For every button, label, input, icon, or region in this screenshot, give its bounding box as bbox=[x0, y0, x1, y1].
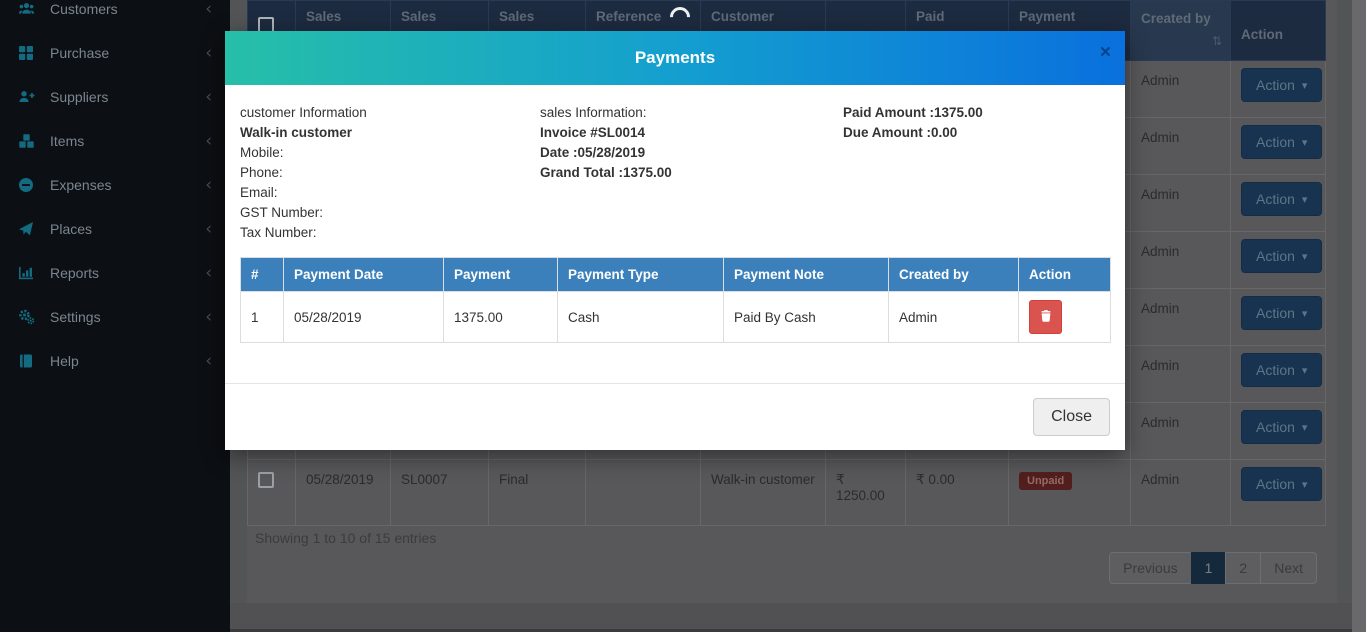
grand-total: Grand Total :1375.00 bbox=[540, 163, 843, 183]
pay-col-date: Payment Date bbox=[284, 258, 444, 292]
amounts-column: Paid Amount :1375.00 Due Amount :0.00 bbox=[843, 103, 1110, 243]
close-button[interactable]: Close bbox=[1033, 398, 1110, 436]
pay-col-num: # bbox=[241, 258, 284, 292]
customer-email-label: Email: bbox=[240, 183, 540, 203]
invoice-date: Date :05/28/2019 bbox=[540, 143, 843, 163]
payment-amount: 1375.00 bbox=[444, 292, 558, 343]
payment-row: 1 05/28/2019 1375.00 Cash Paid By Cash A… bbox=[241, 292, 1111, 343]
pay-col-created-by: Created by bbox=[889, 258, 1019, 292]
pay-col-action: Action bbox=[1019, 258, 1111, 292]
modal-footer: Close bbox=[225, 383, 1125, 450]
pay-col-type: Payment Type bbox=[558, 258, 724, 292]
customer-phone-label: Phone: bbox=[240, 163, 540, 183]
payment-num: 1 bbox=[241, 292, 284, 343]
customer-mobile-label: Mobile: bbox=[240, 143, 540, 163]
close-icon[interactable]: × bbox=[1100, 43, 1111, 62]
modal-header: Payments × bbox=[225, 31, 1125, 85]
paid-amount: Paid Amount :1375.00 bbox=[843, 103, 1110, 123]
modal-title: Payments bbox=[635, 48, 715, 68]
trash-icon bbox=[1039, 308, 1053, 326]
sales-info-heading: sales Information: bbox=[540, 103, 843, 123]
customer-name: Walk-in customer bbox=[240, 123, 540, 143]
delete-payment-button[interactable] bbox=[1029, 300, 1062, 334]
sales-info-column: sales Information: Invoice #SL0014 Date … bbox=[540, 103, 843, 243]
customer-info-heading: customer Information bbox=[240, 103, 540, 123]
modal-body: customer Information Walk-in customer Mo… bbox=[225, 85, 1125, 383]
payments-table-header-row: # Payment Date Payment Payment Type Paym… bbox=[241, 258, 1111, 292]
payment-created-by: Admin bbox=[889, 292, 1019, 343]
payment-type: Cash bbox=[558, 292, 724, 343]
payments-table: # Payment Date Payment Payment Type Paym… bbox=[240, 257, 1111, 343]
payment-note: Paid By Cash bbox=[724, 292, 889, 343]
invoice-info-section: customer Information Walk-in customer Mo… bbox=[240, 103, 1110, 243]
customer-info-column: customer Information Walk-in customer Mo… bbox=[240, 103, 540, 243]
due-amount: Due Amount :0.00 bbox=[843, 123, 1110, 143]
payments-modal: Payments × customer Information Walk-in … bbox=[225, 31, 1125, 450]
customer-gst-label: GST Number: bbox=[240, 203, 540, 223]
pay-col-note: Payment Note bbox=[724, 258, 889, 292]
pay-col-payment: Payment bbox=[444, 258, 558, 292]
modal-spacer bbox=[240, 343, 1110, 377]
customer-tax-label: Tax Number: bbox=[240, 223, 540, 243]
payment-date: 05/28/2019 bbox=[284, 292, 444, 343]
invoice-number: Invoice #SL0014 bbox=[540, 123, 843, 143]
